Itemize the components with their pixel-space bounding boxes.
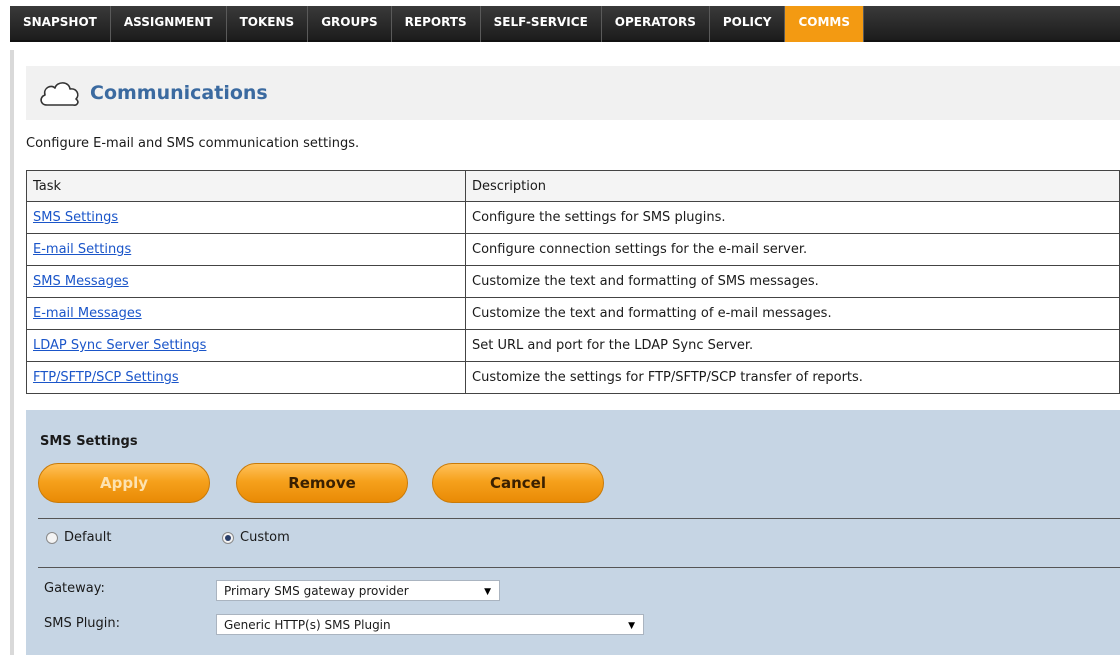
task-cell: LDAP Sync Server Settings <box>26 329 466 362</box>
nav-tabs: SNAPSHOT ASSIGNMENT TOKENS GROUPS REPORT… <box>10 6 1120 42</box>
ldap-sync-settings-link[interactable]: LDAP Sync Server Settings <box>33 338 206 353</box>
description-cell: Configure the settings for SMS plugins. <box>465 201 1120 234</box>
description-cell: Customize the text and formatting of e-m… <box>465 297 1120 330</box>
custom-label: Custom <box>240 530 290 545</box>
table-row: SMS Settings Configure the settings for … <box>26 201 1120 234</box>
sms-settings-panel: SMS Settings Apply Remove Cancel Default… <box>26 410 1120 655</box>
column-header-task: Task <box>26 170 466 202</box>
top-nav: SNAPSHOT ASSIGNMENT TOKENS GROUPS REPORT… <box>0 0 1120 42</box>
left-rule <box>10 50 14 655</box>
column-header-description: Description <box>465 170 1120 202</box>
description-cell: Set URL and port for the LDAP Sync Serve… <box>465 329 1120 362</box>
tab-assignment[interactable]: ASSIGNMENT <box>111 6 227 42</box>
email-settings-link[interactable]: E-mail Settings <box>33 242 131 257</box>
apply-button[interactable]: Apply <box>38 463 210 503</box>
cancel-button[interactable]: Cancel <box>432 463 604 503</box>
tab-operators[interactable]: OPERATORS <box>602 6 710 42</box>
gateway-value: Primary SMS gateway provider <box>224 583 409 598</box>
tab-policy[interactable]: POLICY <box>710 6 786 42</box>
sms-plugin-value: Generic HTTP(s) SMS Plugin <box>224 617 391 632</box>
gateway-select[interactable]: Primary SMS gateway provider ▼ <box>216 580 500 601</box>
task-cell: FTP/SFTP/SCP Settings <box>26 361 466 394</box>
table-row: FTP/SFTP/SCP Settings Customize the sett… <box>26 361 1120 394</box>
tab-snapshot[interactable]: SNAPSHOT <box>10 6 111 42</box>
sms-plugin-label: SMS Plugin: <box>44 616 121 631</box>
table-row: E-mail Messages Customize the text and f… <box>26 297 1120 330</box>
chevron-down-icon: ▼ <box>628 621 635 631</box>
gateway-label: Gateway: <box>44 581 105 596</box>
cloud-icon <box>40 82 79 106</box>
sms-messages-link[interactable]: SMS Messages <box>33 274 129 289</box>
sms-plugin-select[interactable]: Generic HTTP(s) SMS Plugin ▼ <box>216 614 644 635</box>
panel-title: SMS Settings <box>40 434 138 449</box>
tab-groups[interactable]: GROUPS <box>308 6 392 42</box>
page-header: Communications <box>26 66 1120 120</box>
ftp-settings-link[interactable]: FTP/SFTP/SCP Settings <box>33 370 179 385</box>
intro-text: Configure E-mail and SMS communication s… <box>26 136 360 151</box>
table-row: E-mail Settings Configure connection set… <box>26 233 1120 266</box>
description-cell: Configure connection settings for the e-… <box>465 233 1120 266</box>
sms-settings-link[interactable]: SMS Settings <box>33 210 118 225</box>
tasks-table: Task Description SMS Settings Configure … <box>26 170 1120 394</box>
table-row: LDAP Sync Server Settings Set URL and po… <box>26 329 1120 362</box>
tab-tokens[interactable]: TOKENS <box>227 6 309 42</box>
description-cell: Customize the settings for FTP/SFTP/SCP … <box>465 361 1120 394</box>
divider <box>38 518 1120 519</box>
tab-reports[interactable]: REPORTS <box>392 6 481 42</box>
top-nav-bar: SNAPSHOT ASSIGNMENT TOKENS GROUPS REPORT… <box>10 6 1120 42</box>
divider <box>38 567 1120 568</box>
page-title: Communications <box>90 82 268 104</box>
task-cell: SMS Messages <box>26 265 466 298</box>
task-cell: SMS Settings <box>26 201 466 234</box>
task-cell: E-mail Settings <box>26 233 466 266</box>
remove-button[interactable]: Remove <box>236 463 408 503</box>
default-label: Default <box>64 530 112 545</box>
default-option[interactable]: Default <box>46 530 112 545</box>
chevron-down-icon: ▼ <box>484 587 491 597</box>
table-row: SMS Messages Customize the text and form… <box>26 265 1120 298</box>
custom-radio[interactable] <box>222 531 234 544</box>
default-radio[interactable] <box>46 531 58 544</box>
email-messages-link[interactable]: E-mail Messages <box>33 306 142 321</box>
custom-option[interactable]: Custom <box>222 530 290 545</box>
tab-comms[interactable]: COMMS <box>785 6 864 42</box>
tab-self-service[interactable]: SELF-SERVICE <box>481 6 602 42</box>
description-cell: Customize the text and formatting of SMS… <box>465 265 1120 298</box>
table-header-row: Task Description <box>26 170 1120 202</box>
task-cell: E-mail Messages <box>26 297 466 330</box>
